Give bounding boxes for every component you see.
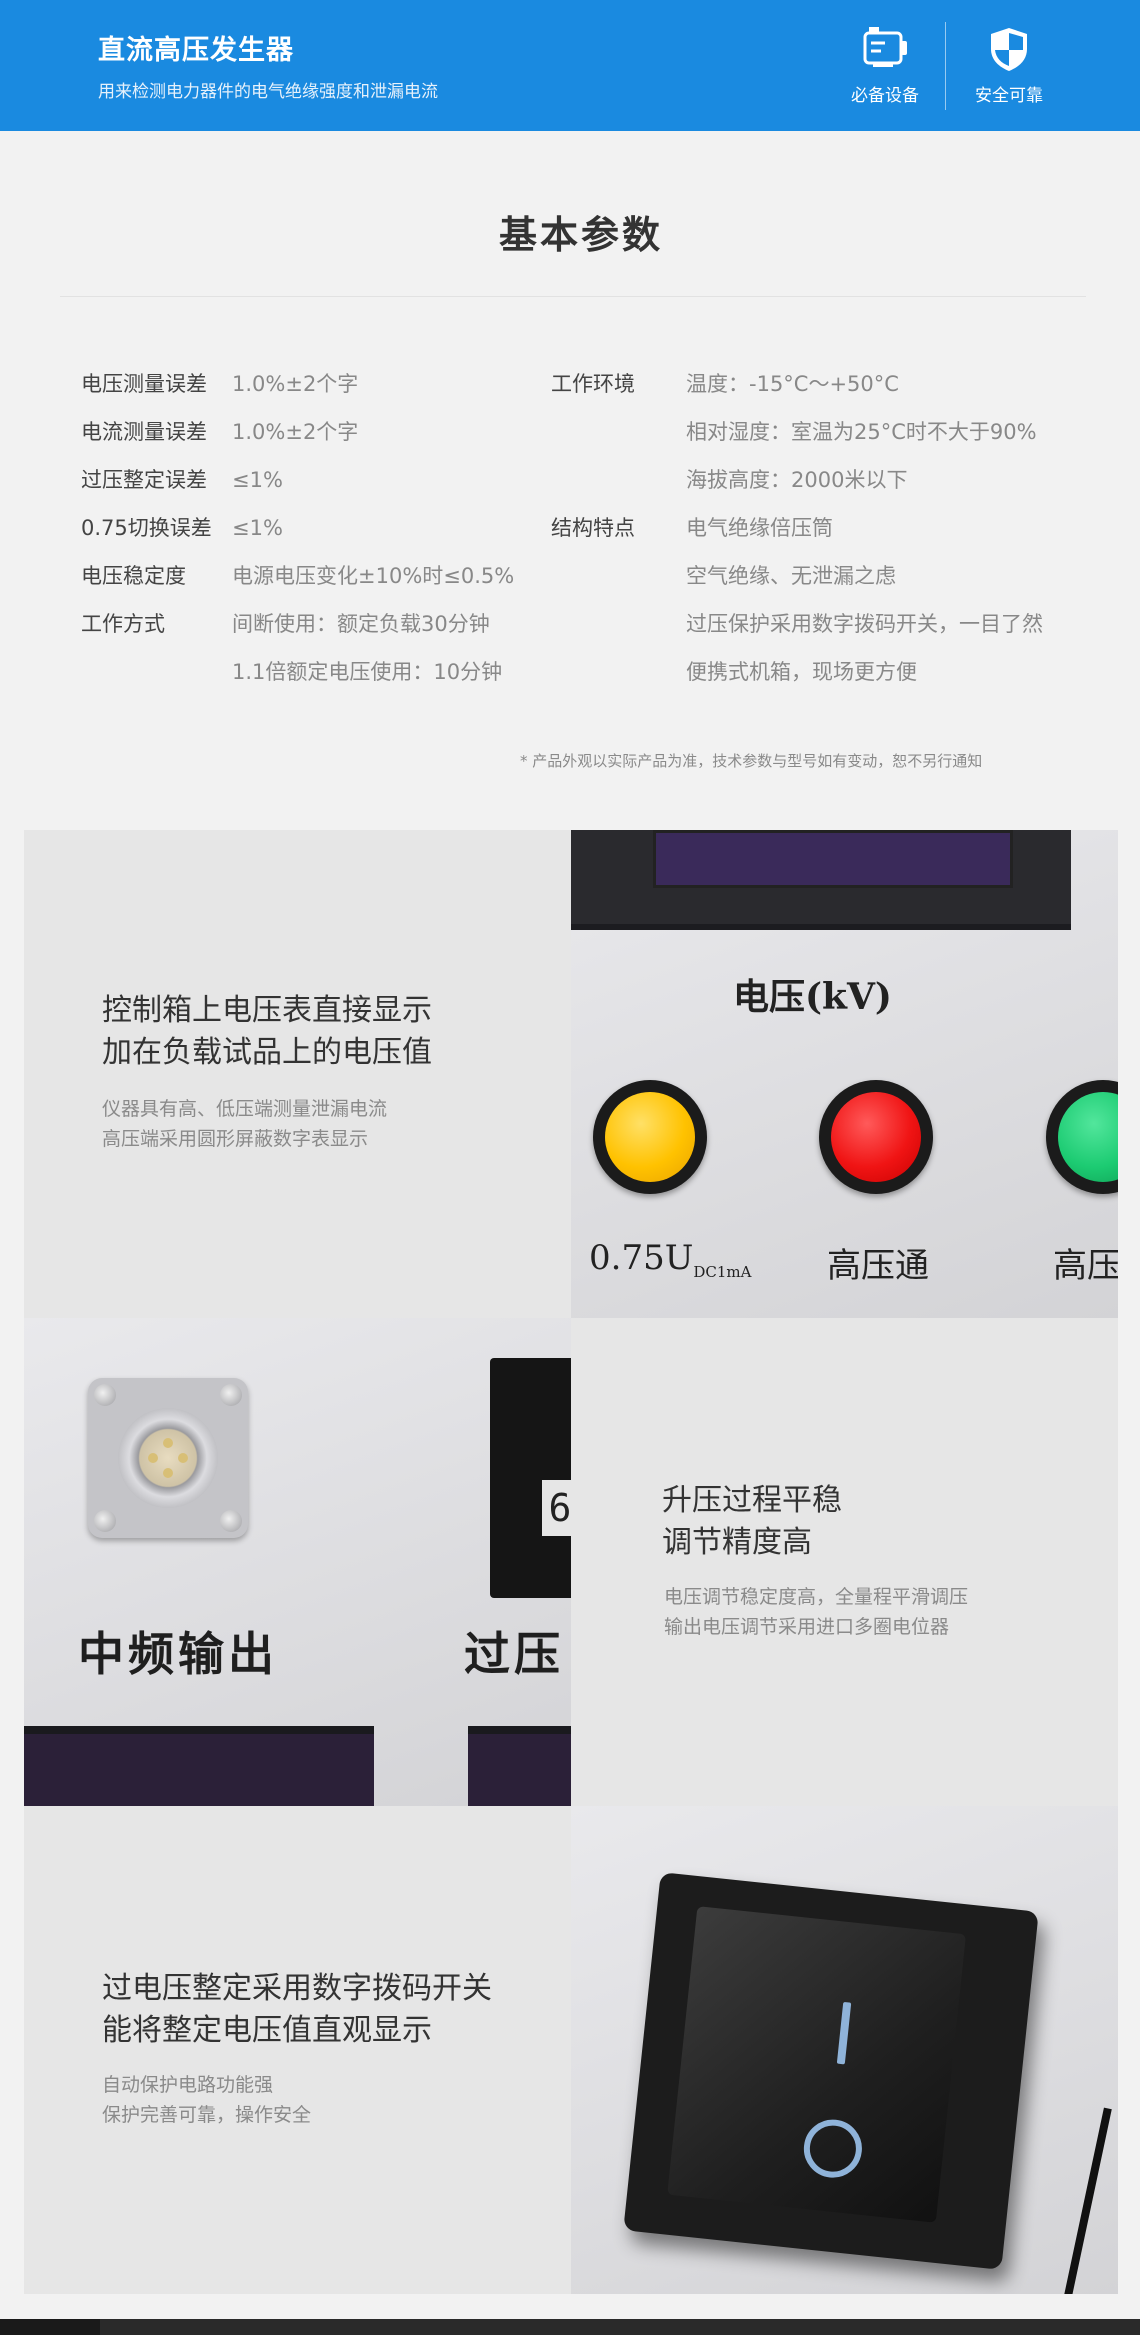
photo-rocker-switch [571,1806,1118,2294]
param-value: 温度：-15°C～+50°C [686,372,899,396]
param-value: 相对湿度：室温为25°C时不大于90% [686,420,1037,444]
lamp-label-hv-on: 高压通 [827,1246,929,1286]
off-mark-icon [801,2116,865,2181]
feature-heading-line: 控制箱上电压表直接显示 [102,993,432,1028]
feature-desc-line: 仪器具有高、低压端测量泄漏电流 [102,1098,388,1120]
feature-desc-line: 高压端采用圆形屏蔽数字表显示 [102,1128,369,1150]
photo-control-panel: 电压(kV) 0.75UDC1mA 高压通 高压 [571,830,1118,1318]
counter-digit: 6 [542,1480,571,1536]
feature-desc: 仪器具有高、低压端测量泄漏电流 高压端采用圆形屏蔽数字表显示 [102,1094,387,1154]
green-indicator-lamp [1046,1080,1118,1194]
output-label: 中频输出 [78,1627,278,1681]
feature-heading-line: 过电压整定采用数字拨码开关 [102,1971,492,2006]
feature-desc-line: 自动保护电路功能强 [102,2074,274,2096]
param-value: ≤1% [232,516,283,540]
connector-socket [118,1408,218,1508]
param-value: 电气绝缘倍压筒 [686,516,833,540]
param-label: 0.75切换误差 [81,516,212,540]
feature-heading-line: 调节精度高 [662,1525,812,1560]
param-label: 工作方式 [81,612,165,636]
red-indicator-lamp [819,1080,933,1194]
section-divider [60,296,1086,297]
device-icon [863,27,907,67]
feature-desc-line: 电压调节稳定度高，全量程平滑调压 [664,1586,969,1608]
feature-desc-line: 保护完善可靠，操作安全 [102,2104,312,2126]
param-value: 1.0%±2个字 [232,372,359,396]
param-label: 工作环境 [551,372,635,396]
feature-heading: 过电压整定采用数字拨码开关 能将整定电压值直观显示 [102,1968,492,2052]
feature-card-dip-switch: 过电压整定采用数字拨码开关 能将整定电压值直观显示 自动保护电路功能强 保护完善… [24,1806,571,2294]
dip-counter: 6 [490,1358,571,1598]
feature-heading: 控制箱上电压表直接显示 加在负载试品上的电压值 [102,990,432,1074]
feature-heading: 升压过程平稳 调节精度高 [662,1480,842,1564]
feature-heading-line: 升压过程平稳 [662,1483,842,1518]
feature-label: 安全可靠 [975,86,1043,106]
param-value: 1.1倍额定电压使用：10分钟 [232,660,503,684]
header-subtitle: 用来检测电力器件的电气绝缘强度和泄漏电流 [98,82,438,102]
param-value: ≤1% [232,468,283,492]
panel-window-bar [468,1726,571,1806]
header-title: 直流高压发生器 [98,35,294,66]
section-title: 基本参数 [498,213,663,257]
feature-heading-line: 能将整定电压值直观显示 [102,2013,432,2048]
feature-heading-line: 加在负载试品上的电压值 [102,1035,432,1070]
feature-desc: 自动保护电路功能强 保护完善可靠，操作安全 [102,2070,311,2130]
lamp-label-hv: 高压 [1053,1246,1118,1286]
feature-safe-reliable: 安全可靠 [944,25,1074,106]
feature-label: 必备设备 [851,86,919,106]
param-value: 过压保护采用数字拨码开关，一目了然 [686,612,1043,636]
param-label: 电流测量误差 [81,420,207,444]
photo-connector-panel: 6 中频输出 过压 [24,1318,571,1806]
panel-window-bar [24,1726,374,1806]
yellow-indicator-lamp [593,1080,707,1194]
display-window [571,830,1071,930]
param-value: 空气绝缘、无泄漏之虑 [686,564,896,588]
bottom-strip [0,2319,1140,2335]
feature-card-smooth-boost: 升压过程平稳 调节精度高 电压调节稳定度高，全量程平滑调压 输出电压调节采用进口… [571,1318,1118,1806]
shield-icon [991,28,1027,71]
param-value: 海拔高度：2000米以下 [686,468,908,492]
param-value: 间断使用：额定负载30分钟 [232,612,490,636]
param-label: 电压测量误差 [81,372,207,396]
rocker-switch [623,1872,1039,2270]
feature-card-voltmeter: 控制箱上电压表直接显示 加在负载试品上的电压值 仪器具有高、低压端测量泄漏电流 … [24,830,571,1318]
feature-required-equipment: 必备设备 [820,25,950,106]
feature-desc-line: 输出电压调节采用进口多圈电位器 [664,1616,950,1638]
overvoltage-label: 过压 [464,1627,564,1681]
header-banner: 直流高压发生器 用来检测电力器件的电气绝缘强度和泄漏电流 必备设备 安全可靠 [0,0,1140,131]
on-mark-icon [836,2001,852,2065]
feature-desc: 电压调节稳定度高，全量程平滑调压 输出电压调节采用进口多圈电位器 [664,1582,968,1642]
param-label: 过压整定误差 [81,468,207,492]
connector-plate [88,1378,248,1538]
param-value: 电源电压变化±10%时≤0.5% [232,564,515,588]
param-label: 结构特点 [551,516,635,540]
disclaimer-note: * 产品外观以实际产品为准，技术参数与型号如有变动，恕不另行通知 [520,752,983,770]
lamp-label-075u: 0.75UDC1mA [589,1238,752,1281]
param-label: 电压稳定度 [81,564,186,588]
cable [1058,2107,1112,2294]
param-value: 便携式机箱，现场更方便 [686,660,917,684]
param-value: 1.0%±2个字 [232,420,359,444]
rocker-switch-paddle [667,1906,967,2223]
voltage-kv-label: 电压(kV) [733,976,892,1018]
